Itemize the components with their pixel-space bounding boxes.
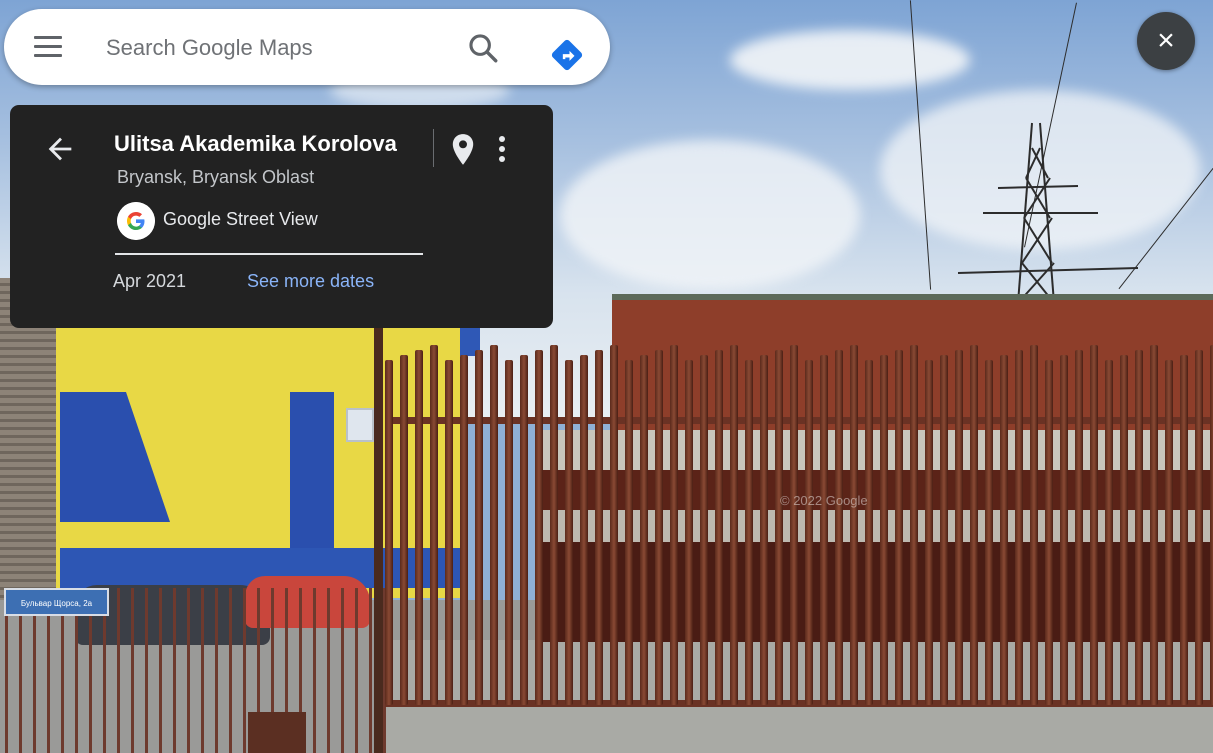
divider	[433, 129, 434, 167]
hamburger-menu-icon[interactable]	[32, 34, 64, 60]
directions-icon[interactable]	[547, 35, 587, 75]
fence-picket	[1105, 360, 1113, 705]
fence-picket	[475, 350, 483, 705]
fence-picket	[790, 345, 798, 705]
fence-picket	[595, 350, 603, 705]
fence-picket	[1150, 345, 1158, 705]
fence-picket	[445, 360, 453, 705]
fence-picket	[895, 350, 903, 705]
fence-picket	[880, 355, 888, 705]
fence-picket	[760, 355, 768, 705]
fence-picket	[655, 350, 663, 705]
fence-picket	[805, 360, 813, 705]
gate-bar	[159, 588, 162, 753]
gate-bar	[327, 588, 330, 753]
building-window	[346, 408, 374, 442]
fence-picket	[1060, 355, 1068, 705]
gate-bar	[369, 588, 372, 753]
fence-picket	[1195, 350, 1203, 705]
gate-bar	[215, 588, 218, 753]
fence-picket	[460, 355, 468, 705]
wooden-fence	[385, 345, 1213, 720]
fence-picket	[820, 355, 828, 705]
fence-picket	[490, 345, 498, 705]
street-view-info-card: Ulitsa Akademika Korolova Bryansk, Bryan…	[10, 105, 553, 328]
fence-picket	[685, 360, 693, 705]
fence-picket	[535, 350, 543, 705]
search-icon[interactable]	[466, 31, 500, 65]
fence-picket	[775, 350, 783, 705]
capture-date: Apr 2021	[113, 271, 187, 291]
fence-picket	[1180, 355, 1188, 705]
fence-picket	[430, 345, 438, 705]
fence-picket	[1135, 350, 1143, 705]
gate-bar	[229, 588, 232, 753]
fence-picket	[1030, 345, 1038, 705]
fence-picket	[850, 345, 858, 705]
fence-picket	[865, 360, 873, 705]
fence-picket	[670, 345, 678, 705]
street-view-source: Google Street View	[163, 209, 318, 229]
gate-bar	[341, 588, 344, 753]
gate-bar	[243, 588, 246, 753]
fence-picket	[640, 355, 648, 705]
cloud	[560, 140, 860, 290]
fence-picket	[925, 360, 933, 705]
fence-picket	[1165, 360, 1173, 705]
copyright-watermark: © 2022 Google	[780, 493, 868, 508]
search-input[interactable]	[104, 29, 453, 67]
gate-bar	[173, 588, 176, 753]
gate-bar	[187, 588, 190, 753]
cloud	[730, 30, 970, 90]
fence-picket	[985, 360, 993, 705]
metal-box	[248, 712, 306, 753]
fence-picket	[505, 360, 513, 705]
place-subtitle: Bryansk, Bryansk Oblast	[117, 167, 315, 187]
fence-picket	[835, 350, 843, 705]
fence-picket	[730, 345, 738, 705]
fence-picket	[1000, 355, 1008, 705]
search-bar	[4, 9, 610, 85]
fence-picket	[1015, 350, 1023, 705]
fence-picket	[970, 345, 978, 705]
fence-picket	[1075, 350, 1083, 705]
gate-bar	[145, 588, 148, 753]
fence-picket	[565, 360, 573, 705]
fence-picket	[415, 350, 423, 705]
gate-bar	[131, 588, 134, 753]
more-vert-icon[interactable]	[490, 133, 514, 165]
power-tower	[957, 122, 1139, 304]
gate-bar	[201, 588, 204, 753]
fence-picket	[745, 360, 753, 705]
gate-bar	[355, 588, 358, 753]
close-icon[interactable]: ×	[1137, 12, 1195, 70]
fence-picket	[1045, 360, 1053, 705]
divider	[115, 253, 423, 255]
street-sign: Бульвар Щорса, 2а	[4, 588, 109, 616]
fence-picket	[580, 355, 588, 705]
fence-picket	[955, 350, 963, 705]
fence-picket	[1090, 345, 1098, 705]
fence-picket	[520, 355, 528, 705]
place-title: Ulitsa Akademika Korolova	[114, 131, 397, 156]
fence-picket	[400, 355, 408, 705]
fence-picket	[385, 360, 393, 705]
fence-picket	[550, 345, 558, 705]
fence-picket	[700, 355, 708, 705]
fence-picket	[715, 350, 723, 705]
fence-picket	[625, 360, 633, 705]
gate-bar	[117, 588, 120, 753]
map-pin-icon[interactable]	[449, 133, 477, 167]
fence-picket	[940, 355, 948, 705]
fence-post	[374, 310, 383, 753]
fence-picket	[610, 345, 618, 705]
gate-bar	[313, 588, 316, 753]
see-more-dates-link[interactable]: See more dates	[247, 271, 374, 292]
fence-picket	[910, 345, 918, 705]
google-logo-icon	[117, 202, 155, 240]
arrow-back-icon[interactable]	[43, 132, 77, 166]
fence-picket	[1120, 355, 1128, 705]
